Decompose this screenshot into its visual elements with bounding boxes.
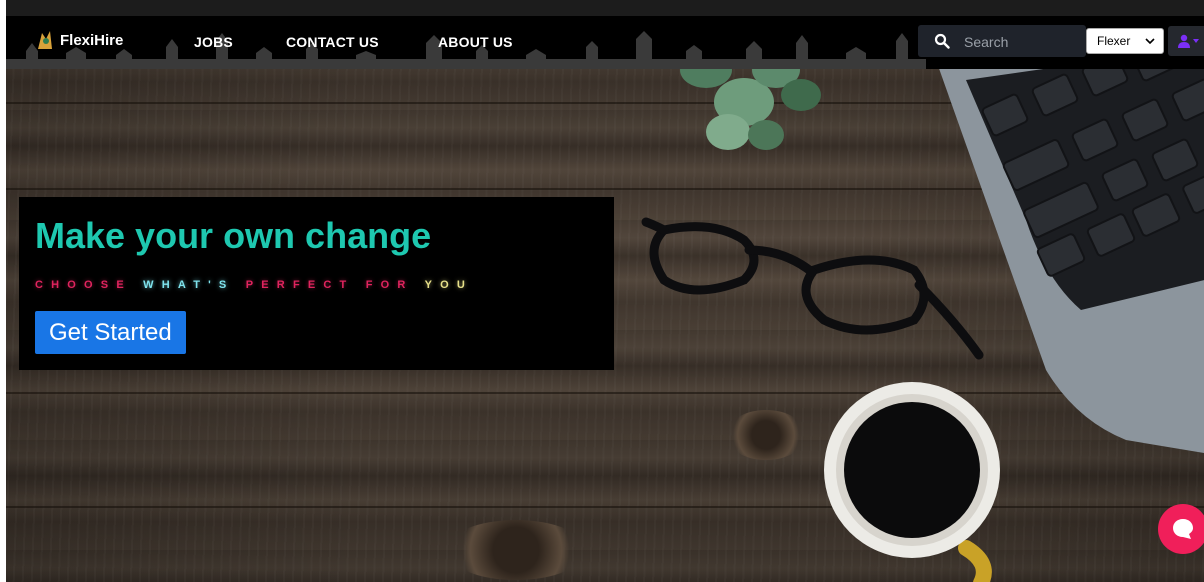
hero-cta-panel: Make your own change CHOOSE WHAT'S PERFE… [19, 197, 614, 370]
role-select-value: Flexer [1097, 34, 1131, 48]
get-started-button[interactable]: Get Started [35, 311, 186, 354]
nav-link-jobs[interactable]: JOBS [194, 34, 233, 50]
brand-logo[interactable]: FlexiHire [34, 29, 123, 51]
chat-bubble-icon [1173, 519, 1193, 539]
wood-knot [446, 520, 586, 580]
tagline-part [234, 279, 245, 291]
caret-down-icon [1193, 39, 1199, 43]
nav-link-about-us[interactable]: ABOUT US [438, 34, 513, 50]
role-select[interactable]: Flexer [1086, 28, 1164, 54]
search-box [918, 25, 1086, 57]
user-menu-button[interactable] [1168, 26, 1204, 56]
flexihire-logo-icon [38, 31, 52, 49]
user-icon [1178, 34, 1190, 48]
brand-name: FlexiHire [60, 31, 124, 49]
navbar: FlexiHire JOBS CONTACT US ABOUT US Flexe… [6, 16, 1204, 69]
top-strip [6, 0, 1204, 16]
hero-title: Make your own change [35, 215, 432, 256]
tagline-part: WHAT'S [143, 279, 235, 291]
wood-knot [726, 410, 806, 460]
nav-link-contact-us[interactable]: CONTACT US [286, 34, 379, 50]
tagline-part: CHOOSE [35, 279, 144, 291]
wood-seam [6, 506, 1204, 508]
search-icon[interactable] [934, 33, 950, 49]
coffee-mug-image [824, 382, 1000, 582]
page-edge [0, 0, 6, 582]
tagline-part: PERFECT FOR [245, 279, 425, 291]
hero-tagline: CHOOSE WHAT'S PERFECT FOR YOU [35, 279, 473, 291]
glasses-image [641, 217, 984, 360]
tagline-part: YOU [424, 279, 474, 291]
chat-button[interactable] [1158, 504, 1204, 554]
chevron-down-icon [1145, 38, 1155, 45]
search-input[interactable] [962, 29, 1084, 55]
